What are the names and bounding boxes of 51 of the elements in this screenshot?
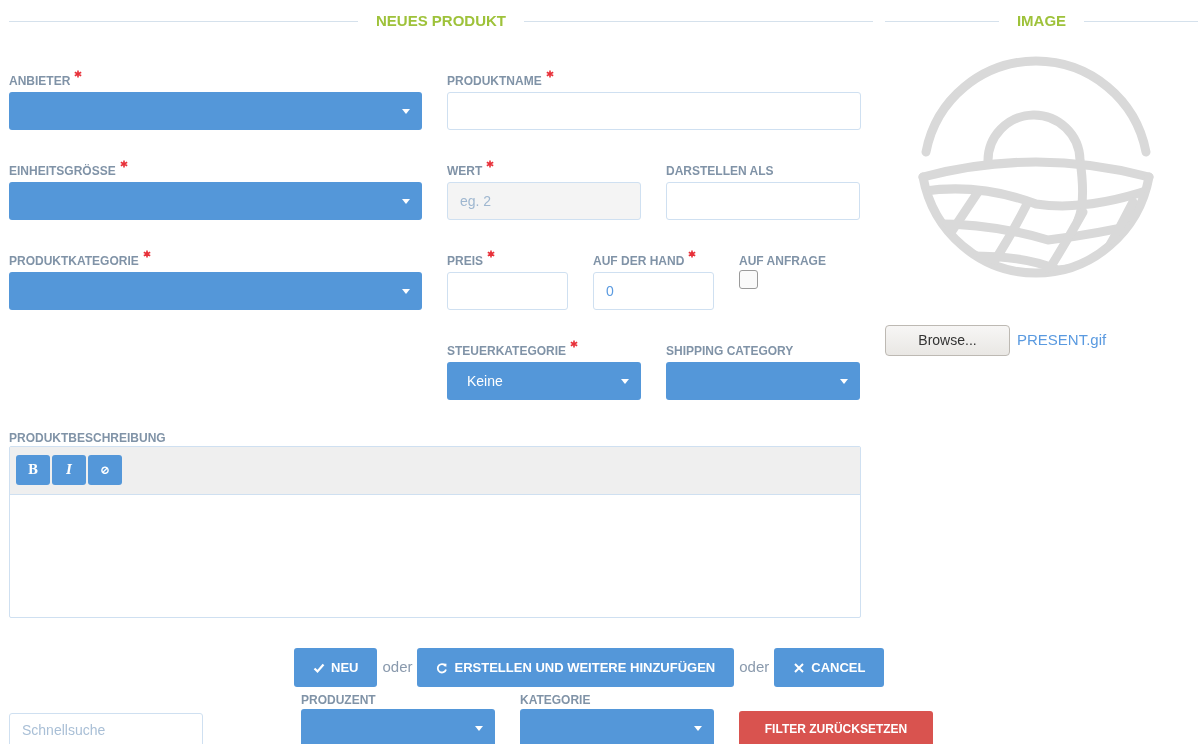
select-field[interactable]	[9, 182, 422, 220]
field-label: PRODUKTBESCHREIBUNG	[9, 430, 166, 447]
select-field[interactable]	[9, 272, 422, 310]
field-label: ANBIETER	[9, 73, 71, 90]
field-label: DARSTELLEN ALS	[666, 163, 774, 180]
bold-button[interactable]: B	[16, 455, 50, 485]
field-label: STEUERKATEGORIE	[447, 343, 567, 360]
field-label: PREIS	[447, 253, 483, 270]
text-editor[interactable]: B I ⊘	[9, 446, 861, 618]
field-label: PRODUKTKATEGORIE	[9, 253, 139, 270]
refresh-icon	[436, 661, 449, 674]
caret-icon	[840, 378, 848, 384]
field-label: PRODUKTNAME	[447, 73, 542, 90]
select-field[interactable]	[9, 92, 422, 130]
section-title: IMAGE	[1016, 10, 1067, 31]
search-field[interactable]: Schnellsuche	[9, 713, 203, 744]
input-field[interactable]	[666, 182, 860, 220]
caret-icon	[694, 725, 702, 731]
caret-icon	[621, 378, 629, 384]
check-icon	[313, 661, 325, 674]
browse-button[interactable]: Browse...	[885, 325, 1010, 356]
clear-format-button[interactable]: ⊘	[88, 455, 122, 485]
reset-filter-button[interactable]: FILTER ZURÜCKSETZEN	[739, 711, 933, 744]
separator-text: oder	[739, 657, 770, 678]
caret-icon	[475, 725, 483, 731]
caret-icon	[402, 198, 410, 204]
input-field[interactable]: 0	[593, 272, 714, 310]
select-field[interactable]	[301, 709, 495, 744]
action-button[interactable]: ERSTELLEN UND WEITERE HINZUFÜGEN	[417, 648, 735, 687]
action-button[interactable]: NEU	[294, 648, 378, 687]
field-label: KATEGORIE	[520, 692, 591, 709]
close-icon	[793, 661, 806, 674]
caret-icon	[402, 108, 410, 114]
select-field[interactable]: Keine	[447, 362, 641, 400]
separator-text: oder	[382, 657, 413, 678]
action-button[interactable]: CANCEL	[774, 648, 885, 687]
checkbox[interactable]	[739, 270, 758, 289]
field-label: AUF DER HAND	[593, 253, 685, 270]
field-label: AUF ANFRAGE	[739, 253, 826, 270]
section-title: NEUES PRODUKT	[376, 10, 506, 31]
caret-icon	[402, 288, 410, 294]
field-label: SHIPPING CATEGORY	[666, 343, 794, 360]
file-link[interactable]: PRESENT.gif	[1017, 329, 1107, 352]
input-field[interactable]	[447, 272, 568, 310]
select-field[interactable]	[520, 709, 714, 744]
field-label: WERT	[447, 163, 483, 180]
field-label: EINHEITSGRÖSSE	[9, 163, 116, 180]
select-field[interactable]	[666, 362, 860, 400]
field-label: PRODUZENT	[301, 692, 376, 709]
input-field[interactable]	[447, 92, 861, 130]
italic-button[interactable]: I	[52, 455, 86, 485]
